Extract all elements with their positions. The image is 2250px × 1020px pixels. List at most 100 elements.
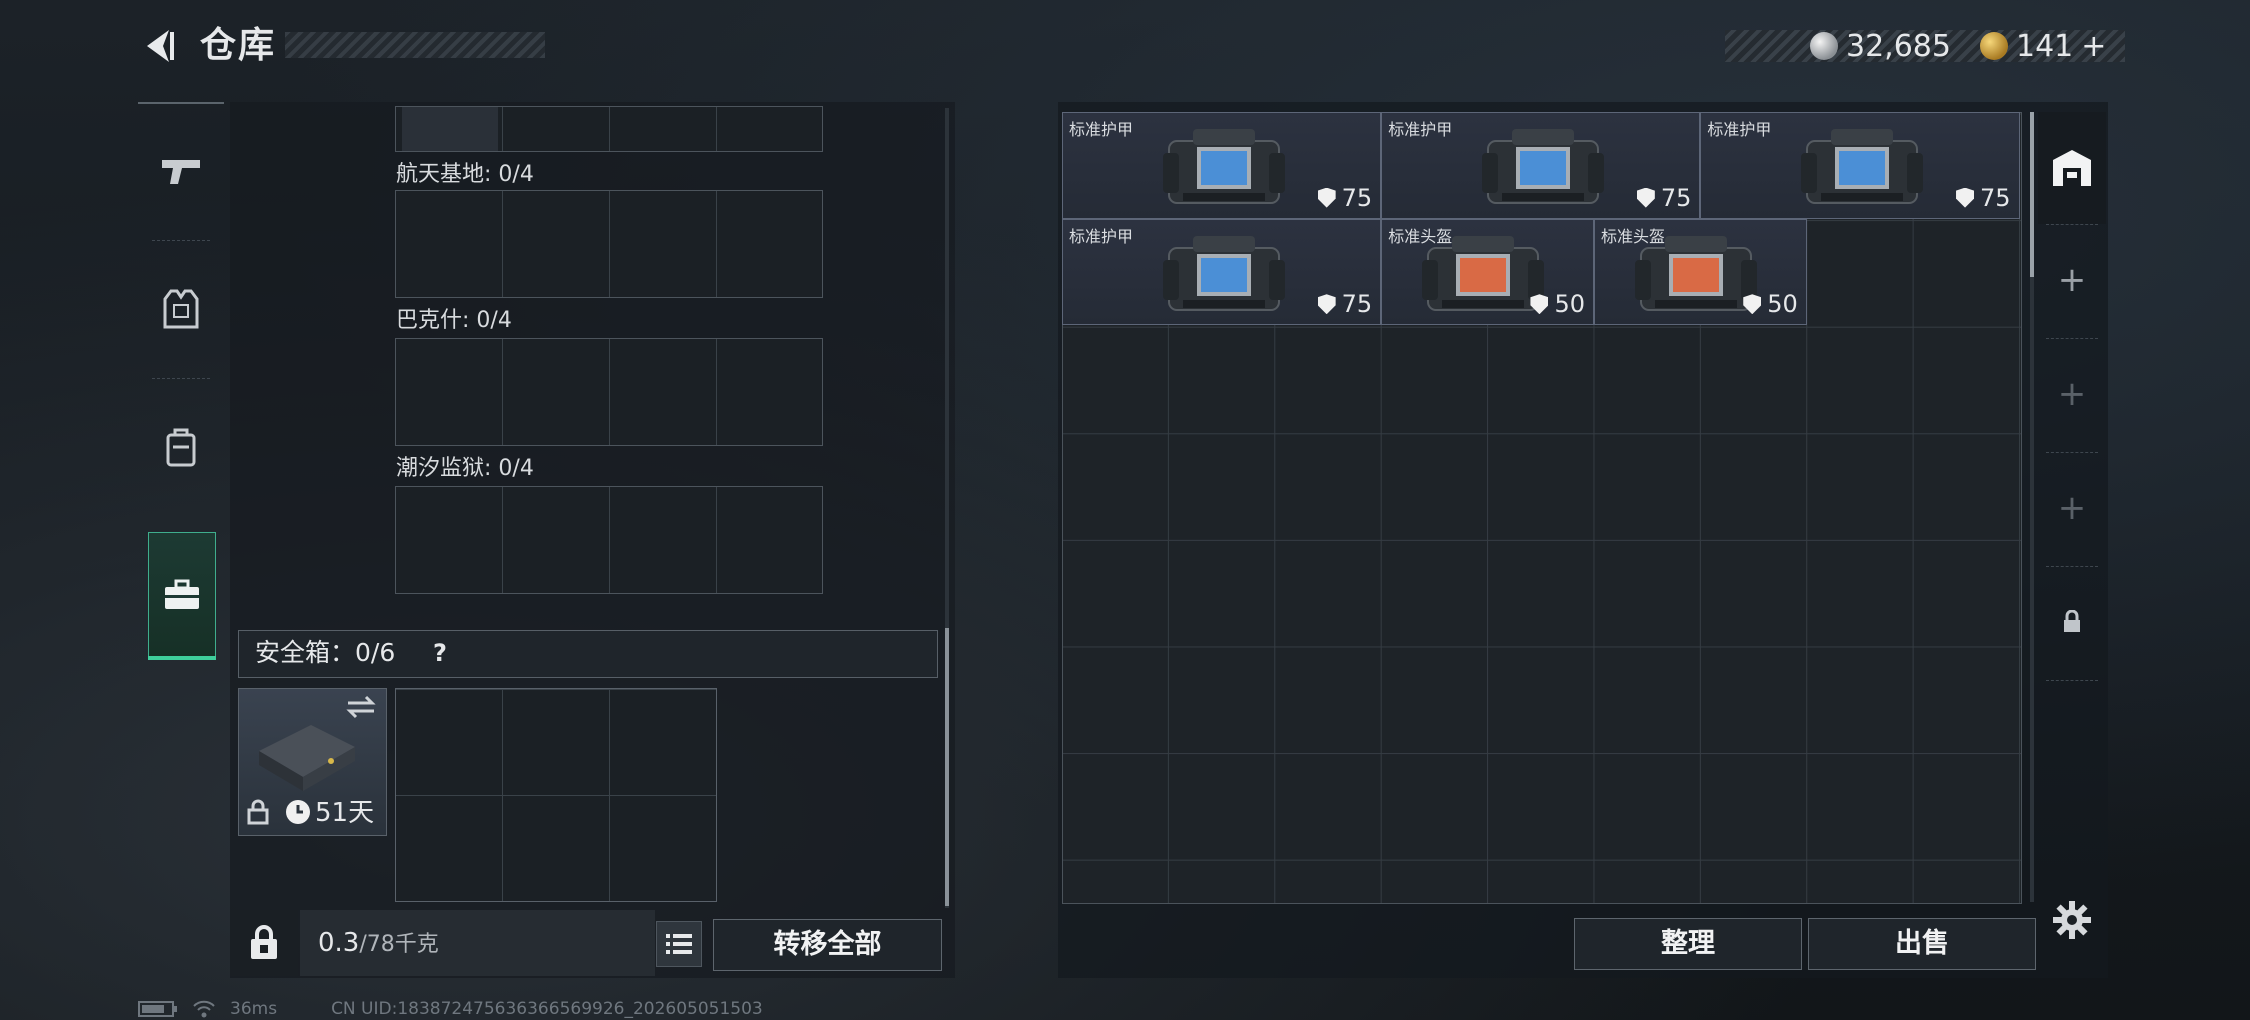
silver-coin-icon <box>1810 32 1838 60</box>
left-scrollbar-thumb[interactable] <box>945 628 949 906</box>
briefcase-icon <box>165 579 199 609</box>
shield-icon <box>1956 187 1975 208</box>
backpack-icon <box>166 428 196 467</box>
clock-icon <box>286 800 310 824</box>
plus-icon: + <box>2057 374 2087 414</box>
nav-selected-indicator <box>148 656 216 660</box>
safe-box-days: 51天 <box>315 798 375 828</box>
lock-icon <box>247 799 269 825</box>
armor-vest-image <box>1163 129 1285 204</box>
list-view-button[interactable] <box>656 921 702 967</box>
plus-icon: + <box>2057 260 2087 300</box>
item-name: 标准护甲 <box>1388 120 1453 139</box>
side-add-tab-1[interactable]: + <box>2038 224 2106 336</box>
add-currency-button[interactable]: + <box>2081 29 2106 64</box>
side-separator <box>2046 680 2098 681</box>
pistol-icon <box>162 160 200 184</box>
shield-icon <box>1530 294 1549 315</box>
plus-icon: + <box>2057 488 2087 528</box>
shield-icon <box>1636 187 1655 208</box>
durability-value: 50 <box>1554 290 1585 319</box>
durability: 50 <box>1530 290 1585 318</box>
durability-value: 75 <box>1341 290 1373 319</box>
nav-backpack[interactable] <box>138 378 224 516</box>
safe-box-grid[interactable] <box>395 688 717 902</box>
ping-text: 36ms <box>230 999 278 1019</box>
gold-coin-icon <box>1980 32 2008 60</box>
sort-button[interactable]: 整理 <box>1574 918 1802 970</box>
durability: 50 <box>1743 290 1798 318</box>
stash-item-helmet[interactable]: 标准头盔 50 <box>1381 218 1594 326</box>
battery-icon <box>138 1001 177 1017</box>
section-label-bakesh: 巴克什: 0/4 <box>396 308 512 333</box>
safe-case-image <box>259 725 355 791</box>
status-bar: 36ms CN UID:183872475636366569926_202605… <box>138 998 763 1020</box>
shield-icon <box>1317 294 1336 315</box>
gear-icon <box>2053 901 2091 939</box>
side-add-tab-2[interactable]: + <box>2038 338 2106 450</box>
page-title: 仓库 <box>200 25 277 66</box>
title-stripe <box>285 32 545 58</box>
shield-icon <box>1743 294 1762 315</box>
nav-case[interactable] <box>148 532 216 660</box>
gold-value: 141 <box>2016 28 2074 64</box>
weight-max: /78千克 <box>359 932 439 957</box>
lock-icon <box>2064 610 2080 632</box>
nav-armor[interactable] <box>138 240 224 378</box>
silver-value: 32,685 <box>1846 28 1951 64</box>
helmet-image <box>1422 235 1545 311</box>
shield-icon <box>1317 187 1336 208</box>
grid-tidal-prison[interactable] <box>395 486 823 594</box>
durability-value: 75 <box>1660 183 1692 212</box>
gold-currency[interactable]: 141 + <box>1980 26 2106 66</box>
list-icon <box>666 934 692 954</box>
grid-bakesh[interactable] <box>395 338 823 446</box>
sell-button[interactable]: 出售 <box>1808 918 2036 970</box>
safe-box-item[interactable]: 51天 <box>238 688 387 836</box>
transfer-all-button[interactable]: 转移全部 <box>713 919 942 971</box>
durability: 75 <box>1636 183 1692 212</box>
armor-vest-image <box>1801 129 1924 204</box>
nav-weapons[interactable] <box>138 102 224 240</box>
help-button[interactable]: ? <box>425 638 455 668</box>
durability: 75 <box>1317 290 1373 319</box>
durability-value: 75 <box>1341 183 1373 212</box>
weight-current: 0.3 <box>318 928 360 958</box>
side-tab-stash[interactable] <box>2038 112 2106 224</box>
side-locked-tab[interactable] <box>2038 566 2106 678</box>
item-name: 标准护甲 <box>1069 120 1134 139</box>
stash-scrollbar-thumb[interactable] <box>2030 112 2034 277</box>
wifi-icon <box>193 1000 215 1018</box>
durability: 75 <box>1956 184 2011 212</box>
silver-currency: 32,685 <box>1810 26 1951 66</box>
back-button[interactable] <box>135 22 183 70</box>
settings-button[interactable] <box>2050 898 2094 942</box>
stash-item-vest[interactable]: 标准护甲 75 <box>1700 112 2020 219</box>
item-name: 标准护甲 <box>1069 226 1134 246</box>
weight-readout: 0.3/78千克 <box>318 922 439 966</box>
item-name: 标准护甲 <box>1707 120 1772 139</box>
stash-item-vest[interactable]: 标准护甲 75 <box>1062 218 1382 326</box>
safe-box-label: 安全箱：0/6 <box>255 638 396 667</box>
grid-aerospace[interactable] <box>395 190 823 298</box>
durability-value: 75 <box>1980 183 2011 212</box>
durability: 75 <box>1317 183 1373 212</box>
stash-item-helmet[interactable]: 标准头盔 50 <box>1594 218 1807 326</box>
item-slot-partial[interactable] <box>402 107 498 151</box>
uid-text: CN UID:183872475636366569926_20260505150… <box>331 999 763 1019</box>
top-partial-grid <box>395 106 823 152</box>
armor-vest-image <box>1482 129 1605 204</box>
stash-item-vest[interactable]: 标准护甲 75 <box>1062 112 1382 219</box>
stash-item-vest[interactable]: 标准护甲 75 <box>1381 112 1701 219</box>
lock-button[interactable] <box>230 910 298 976</box>
back-arrow-icon <box>147 30 174 62</box>
armor-vest-image <box>1163 235 1285 311</box>
side-add-tab-3[interactable]: + <box>2038 452 2106 564</box>
section-label-aerospace: 航天基地: 0/4 <box>396 162 534 187</box>
vest-icon <box>163 289 199 329</box>
helmet-image <box>1635 235 1757 311</box>
section-label-tidal-prison: 潮汐监狱: 0/4 <box>396 456 534 481</box>
weight-lock-icon <box>251 925 277 959</box>
durability-value: 50 <box>1767 290 1798 319</box>
stash-tab-icon <box>2053 150 2091 186</box>
